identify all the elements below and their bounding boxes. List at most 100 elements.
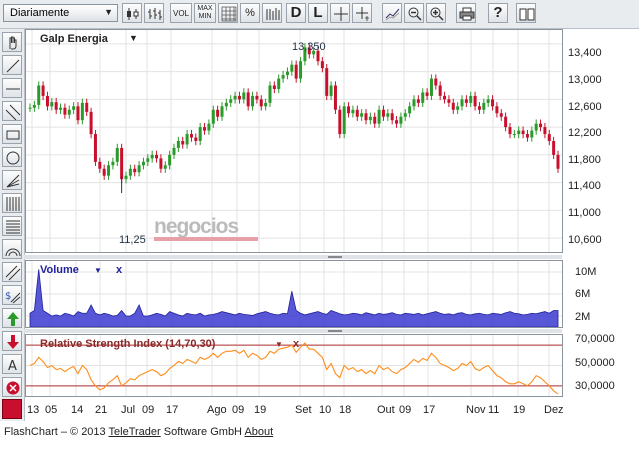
candle-body bbox=[333, 85, 337, 110]
remove-rsi-button[interactable]: x bbox=[293, 338, 299, 350]
candle-body bbox=[539, 123, 543, 128]
candlestick-chart-button[interactable] bbox=[122, 3, 142, 23]
text-tool-button[interactable]: A bbox=[2, 354, 22, 374]
chevron-down-icon: ▼ bbox=[104, 7, 113, 17]
book-icon bbox=[519, 8, 535, 21]
fibonacci-arcs-button[interactable] bbox=[2, 193, 22, 213]
period-select[interactable]: Diariamente ▼ bbox=[3, 4, 118, 22]
zoom-in-icon bbox=[430, 7, 444, 21]
candle-body bbox=[412, 99, 416, 107]
y-tick: 12,600 bbox=[568, 101, 602, 113]
volume-title[interactable]: Volume bbox=[40, 264, 79, 276]
crosshair-label-button[interactable] bbox=[352, 3, 372, 23]
y-tick: 13,000 bbox=[568, 74, 602, 86]
maxmin-top-label: MAX bbox=[197, 5, 213, 12]
candle-body bbox=[364, 113, 368, 121]
fan-tool-button[interactable] bbox=[2, 170, 22, 190]
horizontal-lines-icon bbox=[6, 220, 20, 234]
delete-drawings-button[interactable] bbox=[2, 377, 22, 397]
candle-body bbox=[194, 137, 198, 141]
percent-button[interactable]: % bbox=[240, 3, 260, 23]
x-tick-label: 17 bbox=[423, 404, 436, 416]
y-tick: 10M bbox=[575, 266, 597, 278]
candle-body bbox=[176, 141, 180, 148]
pane-splitter[interactable] bbox=[24, 329, 562, 333]
rectangle-tool-button[interactable] bbox=[2, 124, 22, 144]
x-tick-label: 09 bbox=[142, 404, 155, 416]
maxmin-button[interactable]: MAX MIN bbox=[194, 3, 216, 23]
fibonacci-retracement-button[interactable] bbox=[2, 216, 22, 236]
svg-text:$: $ bbox=[5, 291, 11, 302]
chevron-down-icon[interactable]: ▼ bbox=[129, 33, 138, 43]
x-tick-label: Dez bbox=[544, 404, 564, 416]
y-tick: 11,400 bbox=[568, 180, 601, 192]
zoom-in-button[interactable] bbox=[426, 3, 446, 23]
candle-body bbox=[50, 102, 54, 107]
volume-chart[interactable]: Volume ▼ x bbox=[25, 260, 563, 328]
chart-title[interactable]: Galp Energia bbox=[40, 33, 108, 45]
ohlc-chart-button[interactable] bbox=[144, 3, 164, 23]
trend-button[interactable] bbox=[382, 3, 402, 23]
color-picker-button[interactable] bbox=[2, 399, 22, 419]
candle-body bbox=[37, 85, 41, 105]
chevron-down-icon[interactable]: ▼ bbox=[94, 266, 102, 275]
ellipse-tool-button[interactable] bbox=[2, 147, 22, 167]
arrow-up-icon bbox=[7, 312, 19, 326]
candle-body bbox=[325, 68, 329, 96]
horizontal-line-button[interactable] bbox=[2, 78, 22, 98]
arc-tool-button[interactable] bbox=[2, 239, 22, 259]
candle-body bbox=[381, 109, 385, 117]
rsi-title[interactable]: Relative Strength Index (14,70,30) bbox=[40, 338, 215, 350]
candle-body bbox=[185, 134, 189, 145]
chevron-down-icon[interactable]: ▼ bbox=[275, 340, 283, 349]
l-button[interactable]: L bbox=[308, 3, 328, 23]
grid-button[interactable] bbox=[218, 3, 238, 23]
x-tick-label: 14 bbox=[71, 404, 84, 416]
candle-body bbox=[521, 130, 525, 135]
candle-body bbox=[403, 113, 407, 117]
volume-button[interactable]: VOL bbox=[170, 3, 192, 23]
candle-body bbox=[146, 158, 150, 162]
candle-body bbox=[469, 95, 473, 103]
y-tick: 70,0000 bbox=[575, 333, 615, 345]
book-button[interactable] bbox=[516, 3, 536, 23]
crosshair-label-icon bbox=[356, 7, 369, 21]
remove-volume-button[interactable]: x bbox=[116, 264, 122, 276]
volume-area bbox=[29, 269, 559, 327]
line-tool-button[interactable] bbox=[2, 55, 22, 75]
parallel-tool-button[interactable] bbox=[2, 262, 22, 282]
hand-tool-button[interactable] bbox=[2, 32, 22, 52]
buy-signal-button[interactable] bbox=[2, 308, 22, 328]
zoom-out-button[interactable] bbox=[404, 3, 424, 23]
candlestick-icon bbox=[127, 8, 139, 20]
min-price-label: 11,25 bbox=[119, 234, 146, 246]
about-link[interactable]: About bbox=[244, 426, 273, 438]
sell-signal-button[interactable] bbox=[2, 331, 22, 351]
footer: FlashChart – © 2013 TeleTrader Software … bbox=[4, 426, 273, 438]
arrow-down-icon bbox=[7, 335, 19, 349]
speed-lines-button[interactable]: $ bbox=[2, 285, 22, 305]
compare-button[interactable] bbox=[262, 3, 282, 23]
candle-body bbox=[229, 99, 233, 103]
teletrader-link[interactable]: TeleTrader bbox=[109, 426, 161, 438]
crosshair-button[interactable] bbox=[330, 3, 350, 23]
d-button[interactable]: D bbox=[286, 3, 306, 23]
candle-body bbox=[41, 85, 45, 96]
price-chart[interactable]: Galp Energia ▼ 13,350 11,25 negocios bbox=[25, 29, 563, 253]
print-button[interactable] bbox=[456, 3, 476, 23]
x-tick-label: 05 bbox=[45, 404, 58, 416]
candle-body bbox=[155, 154, 159, 159]
rsi-chart[interactable]: Relative Strength Index (14,70,30) ▼ x bbox=[25, 334, 563, 397]
toolbar: Diariamente ▼ VOL MAX MIN % D L ? bbox=[0, 0, 639, 29]
help-button[interactable]: ? bbox=[488, 3, 508, 23]
candle-body bbox=[342, 106, 346, 135]
zoom-out-icon bbox=[408, 7, 422, 21]
candle-body bbox=[534, 123, 538, 131]
channel-tool-button[interactable] bbox=[2, 101, 22, 121]
x-tick-label: 18 bbox=[339, 404, 352, 416]
pane-splitter[interactable] bbox=[24, 255, 562, 259]
line-tool-icon bbox=[6, 59, 20, 73]
fan-icon bbox=[6, 174, 20, 188]
grid-icon bbox=[221, 6, 237, 22]
y-tick: 6M bbox=[575, 288, 591, 300]
